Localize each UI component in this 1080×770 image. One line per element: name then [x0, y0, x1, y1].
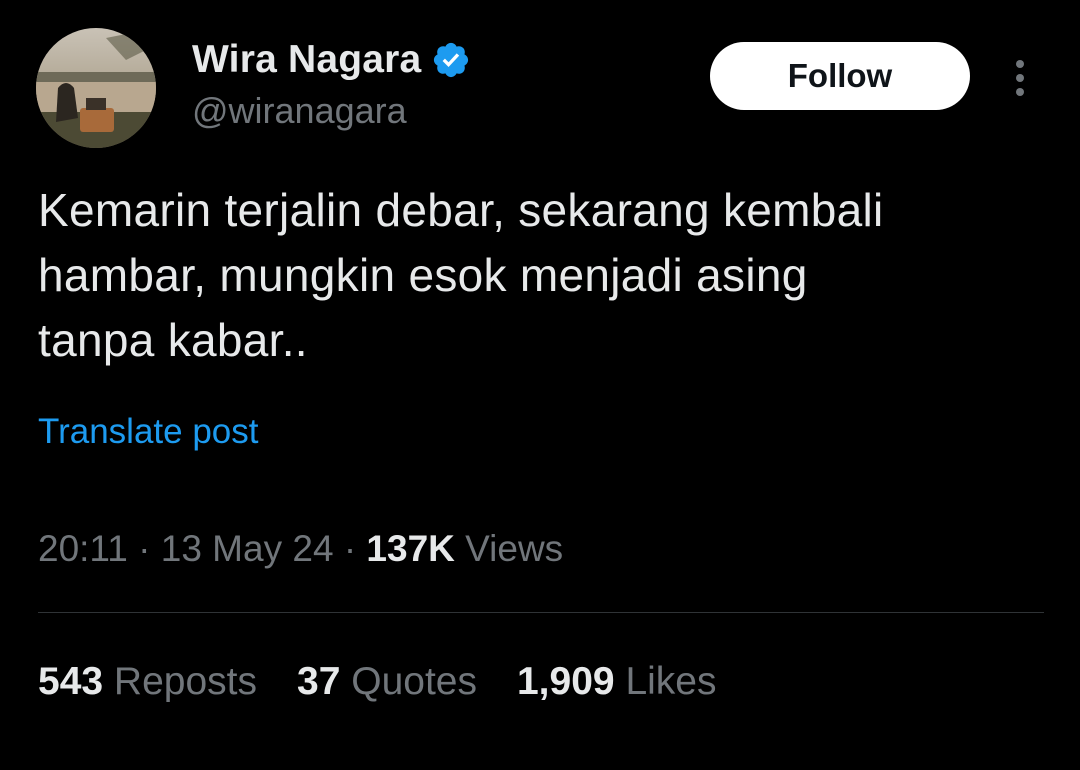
author-info: Wira Nagara @wiranagara — [192, 38, 471, 132]
likes-stat[interactable]: 1,909 Likes — [517, 660, 717, 704]
display-name[interactable]: Wira Nagara — [192, 38, 421, 82]
quotes-label: Quotes — [351, 660, 477, 703]
name-row: Wira Nagara — [192, 38, 471, 82]
views-count[interactable]: 137K — [366, 528, 454, 569]
meta-separator: · — [138, 528, 151, 569]
reposts-stat[interactable]: 543 Reposts — [38, 660, 257, 704]
post-time[interactable]: 20:11 — [38, 528, 128, 569]
author-handle[interactable]: @wiranagara — [192, 90, 471, 132]
more-vertical-icon[interactable] — [1008, 58, 1032, 98]
reposts-label: Reposts — [113, 660, 257, 703]
likes-label: Likes — [625, 660, 717, 703]
meta-separator: · — [343, 528, 357, 569]
post-text: Kemarin terjalin debar, sekarang kembali… — [38, 184, 884, 366]
reposts-count: 543 — [38, 660, 104, 703]
views-label[interactable]: Views — [465, 528, 563, 569]
post-header: Wira Nagara @wiranagara Follow — [36, 28, 1046, 150]
verified-badge-icon[interactable] — [431, 40, 471, 80]
likes-count: 1,909 — [516, 660, 615, 703]
quotes-count: 37 — [297, 660, 341, 703]
divider — [38, 612, 1044, 613]
engagement-stats: 543 Reposts 37 Quotes 1,909 Likes — [38, 660, 716, 704]
quotes-stat[interactable]: 37 Quotes — [297, 660, 477, 704]
translate-post-link[interactable]: Translate post — [38, 412, 258, 452]
post-date[interactable]: 13 May 24 — [161, 528, 334, 569]
avatar[interactable] — [36, 28, 156, 148]
post-meta: 20:11 · 13 May 24 · 137K Views — [38, 528, 563, 570]
follow-button[interactable]: Follow — [710, 42, 970, 110]
avatar-photo-icon — [36, 28, 156, 148]
